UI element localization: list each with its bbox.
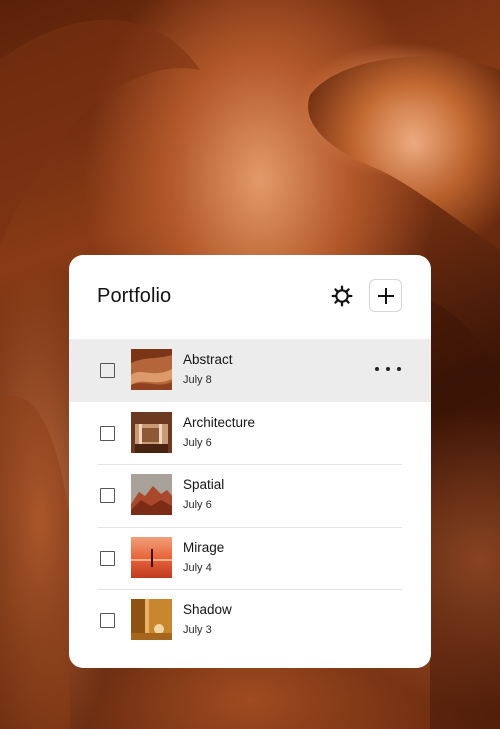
item-date: July 6 (183, 436, 212, 449)
panel-header: Portfolio (69, 255, 431, 339)
mirage-thumbnail (131, 536, 172, 578)
settings-button[interactable] (329, 283, 355, 309)
dot (397, 367, 401, 371)
dot (386, 367, 390, 371)
select-checkbox[interactable] (100, 425, 115, 441)
panel-title: Portfolio (97, 285, 172, 307)
spatial-thumbnail (131, 474, 172, 515)
item-date: July 8 (183, 374, 212, 386)
architecture-thumbnail (131, 411, 172, 453)
row-divider (98, 464, 402, 465)
item-name: Spatial (183, 477, 225, 492)
more-options-button[interactable] (375, 360, 401, 378)
item-name: Architecture (183, 414, 256, 430)
item-name: Abstract (183, 352, 233, 367)
select-checkbox[interactable] (100, 363, 115, 378)
list-item[interactable]: Spatial July 6 (69, 464, 431, 527)
item-name: Mirage (183, 539, 225, 555)
row-divider (98, 526, 402, 528)
shadow-thumbnail (131, 599, 172, 640)
list-item[interactable]: Shadow July 3 (69, 589, 431, 652)
item-name: Shadow (183, 602, 232, 617)
dot (375, 367, 379, 371)
row-divider (98, 589, 402, 590)
select-checkbox[interactable] (100, 488, 115, 503)
item-date: July 4 (183, 561, 212, 574)
portfolio-list: Abstract July 8 Architecture July 6 Spat… (69, 339, 431, 652)
select-checkbox[interactable] (100, 613, 115, 628)
add-button[interactable] (369, 279, 402, 312)
list-item[interactable]: Mirage July 4 (69, 526, 431, 590)
list-item[interactable]: Architecture July 6 (69, 402, 431, 465)
item-date: July 3 (183, 624, 212, 636)
list-item[interactable]: Abstract July 8 (69, 339, 431, 402)
select-checkbox[interactable] (100, 550, 115, 566)
portfolio-panel: Portfolio Abstract July 8 Architecture J… (69, 255, 431, 668)
item-date: July 6 (183, 499, 212, 511)
plus-icon (377, 287, 394, 304)
gear-icon (331, 285, 353, 307)
abstract-thumbnail (131, 349, 172, 390)
